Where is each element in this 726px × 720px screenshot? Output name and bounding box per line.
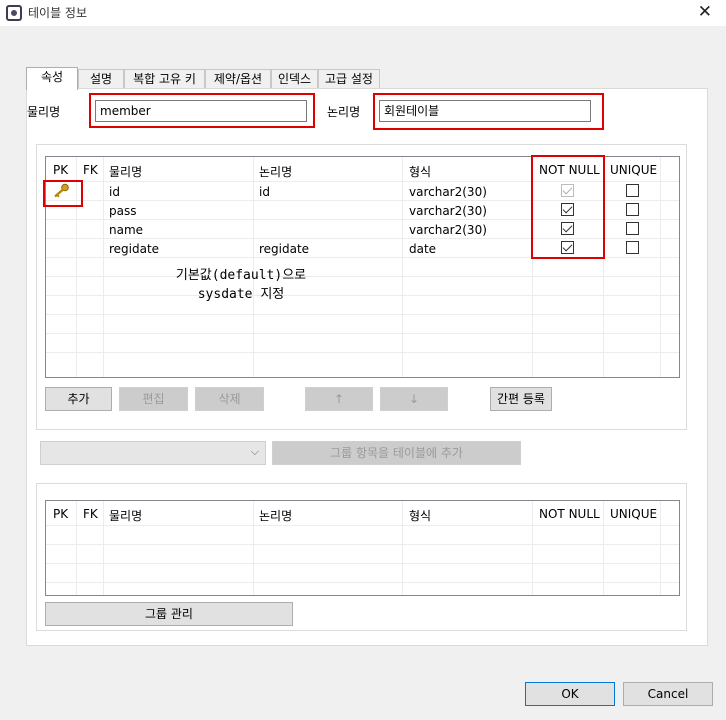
default-value-annotation: 기본값(default)으로 sysdate 지정 [146,266,336,304]
row1-unique-checkbox[interactable] [626,184,639,197]
ok-button[interactable]: OK [525,682,615,706]
group-header-fk[interactable]: FK [83,507,98,521]
tab-properties[interactable]: 속성 [26,67,78,90]
logical-name-label: 논리명 [327,105,361,119]
app-icon [6,5,22,21]
tab-description[interactable]: 설명 [78,69,124,89]
columns-panel: PK FK 물리명 논리명 형식 NOT NULL UNIQUE id id v… [36,144,687,430]
group-columns-table: PK FK 물리명 논리명 형식 NOT NULL UNIQUE [45,500,680,596]
group-header-type[interactable]: 형식 [409,507,431,524]
logical-name-highlight [373,93,604,130]
header-logical-name[interactable]: 논리명 [259,163,292,180]
row2-type[interactable]: varchar2(30) [409,204,487,218]
group-header-unique[interactable]: UNIQUE [610,507,657,521]
quick-register-button[interactable]: 간편 등록 [490,387,552,411]
header-type[interactable]: 형식 [409,163,431,180]
row4-physical-name[interactable]: regidate [109,242,159,256]
row3-type[interactable]: varchar2(30) [409,223,487,237]
annotation-line-1: 기본값(default)으로 [175,268,307,283]
cancel-button[interactable]: Cancel [623,682,713,706]
row2-unique-checkbox[interactable] [626,203,639,216]
annotation-line-2: sysdate 지정 [197,287,285,302]
row4-logical-name[interactable]: regidate [259,242,309,256]
tab-advanced[interactable]: 고급 설정 [318,69,380,89]
row4-type[interactable]: date [409,242,436,256]
group-select[interactable]: ⌵ [40,441,266,465]
tab-composite-unique-key[interactable]: 복합 고유 키 [124,69,205,89]
move-down-button[interactable]: ↓ [380,387,448,411]
add-button[interactable]: 추가 [45,387,112,411]
row2-physical-name[interactable]: pass [109,204,136,218]
delete-button[interactable]: 삭제 [195,387,264,411]
group-header-pk[interactable]: PK [53,507,68,521]
row4-unique-checkbox[interactable] [626,241,639,254]
add-group-to-table-button[interactable]: 그룹 항목을 테이블에 추가 [272,441,521,465]
physical-name-highlight [89,93,315,128]
header-physical-name[interactable]: 물리명 [109,163,142,180]
close-icon[interactable]: ✕ [698,2,712,22]
chevron-down-icon: ⌵ [250,445,259,458]
row3-unique-checkbox[interactable] [626,222,639,235]
row1-physical-name[interactable]: id [109,185,120,199]
move-up-button[interactable]: ↑ [305,387,373,411]
header-fk[interactable]: FK [83,163,98,177]
pk-highlight [43,180,83,207]
header-unique[interactable]: UNIQUE [610,163,657,177]
tab-constraints[interactable]: 제약/옵션 [205,69,271,89]
header-pk[interactable]: PK [53,163,68,177]
properties-panel: 물리명 member 논리명 회원테이블 PK FK 물리명 논리명 형식 NO… [26,88,708,646]
group-header-logical-name[interactable]: 논리명 [259,507,292,524]
tab-index[interactable]: 인덱스 [271,69,318,89]
row1-logical-name[interactable]: id [259,185,270,199]
row3-physical-name[interactable]: name [109,223,143,237]
group-header-physical-name[interactable]: 물리명 [109,507,142,524]
group-header-not-null[interactable]: NOT NULL [539,507,600,521]
edit-button[interactable]: 편집 [119,387,188,411]
row1-type[interactable]: varchar2(30) [409,185,487,199]
manage-group-button[interactable]: 그룹 관리 [45,602,293,626]
window-title: 테이블 정보 [28,6,88,20]
group-columns-panel: PK FK 물리명 논리명 형식 NOT NULL UNIQUE 그룹 관리 [36,483,687,631]
physical-name-label: 물리명 [27,105,61,119]
title-bar: 테이블 정보 ✕ [0,0,726,26]
not-null-highlight [531,155,605,259]
